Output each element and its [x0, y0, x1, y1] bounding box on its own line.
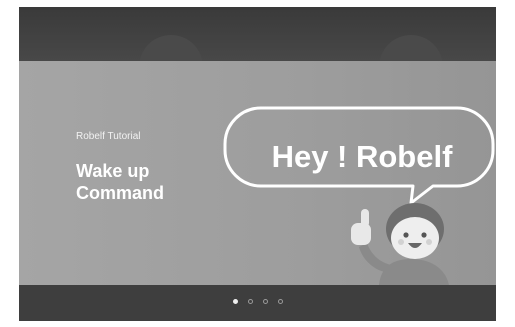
- tutorial-slide[interactable]: Robelf Tutorial Wake up Command Hey ! Ro…: [19, 61, 496, 285]
- tutorial-subtitle: Robelf Tutorial: [76, 131, 141, 142]
- tutorial-title: Wake up Command: [76, 160, 226, 204]
- page-indicator: [19, 299, 496, 304]
- page-dot-3[interactable]: [262, 299, 268, 304]
- speech-bubble-text: Hey ! Robelf: [271, 139, 453, 174]
- tutorial-title-line-2: Command: [76, 183, 165, 203]
- page-dot-2[interactable]: [247, 299, 253, 304]
- top-band: [19, 7, 496, 69]
- page-dot-1[interactable]: [232, 299, 238, 304]
- bottom-bar: [19, 285, 496, 321]
- waving-child-icon: [351, 203, 449, 285]
- page-dot-4[interactable]: [277, 299, 283, 304]
- tutorial-screen: Robelf Tutorial Wake up Command Hey ! Ro…: [19, 7, 496, 321]
- tutorial-title-line-1: Wake up: [76, 161, 150, 181]
